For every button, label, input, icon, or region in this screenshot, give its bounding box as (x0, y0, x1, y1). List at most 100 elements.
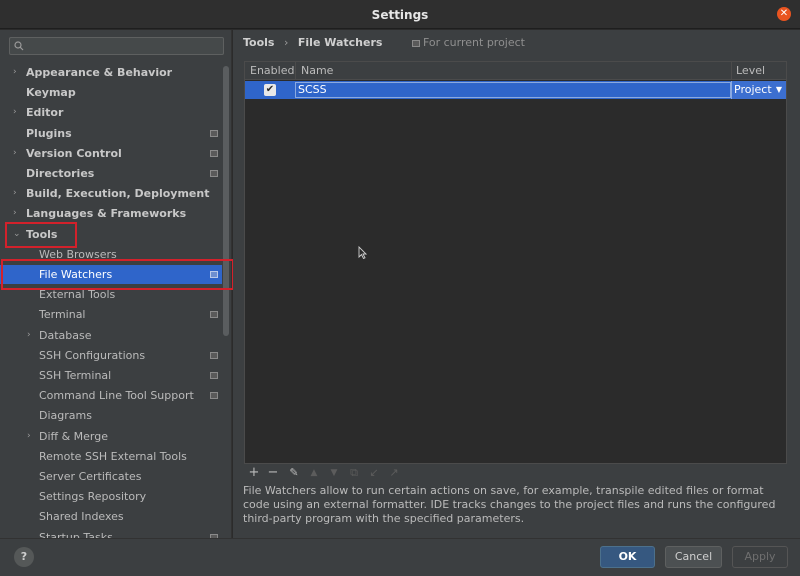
sidebar-item-version-control[interactable]: › Version Control (0, 144, 222, 163)
table-row[interactable]: ✔ SCSS Project ▼ (245, 81, 786, 99)
column-name[interactable]: Name (301, 64, 333, 77)
scrollbar-thumb[interactable] (223, 66, 229, 336)
chevron-right-icon[interactable]: › (13, 184, 17, 203)
table-header: Enabled Name Level (245, 62, 786, 80)
description-text: File Watchers allow to run certain actio… (243, 484, 776, 525)
sidebar-item-diff-merge[interactable]: › Diff & Merge (0, 427, 222, 446)
settings-search-input[interactable] (9, 37, 224, 55)
add-button[interactable]: + (246, 465, 262, 481)
sidebar-item-label: Startup Tasks (39, 531, 113, 538)
sidebar-item-label: Shared Indexes (39, 510, 124, 523)
highlight-file-watchers (1, 259, 234, 290)
sidebar-item-label: Directories (26, 167, 95, 180)
project-scope-icon (210, 311, 218, 318)
column-divider (731, 62, 732, 80)
project-scope-icon (210, 392, 218, 399)
chevron-right-icon[interactable]: › (13, 144, 17, 163)
title-bar: Settings ✕ (0, 0, 800, 29)
window-title: Settings (371, 8, 429, 22)
sidebar-item-label: Terminal (39, 308, 86, 321)
project-scope-icon (411, 40, 420, 47)
search-icon (14, 41, 24, 51)
sidebar-item-shared-indexes[interactable]: Shared Indexes (0, 507, 222, 526)
copy-icon[interactable]: ⧉ (346, 465, 362, 481)
sidebar-item-label: Version Control (26, 147, 122, 160)
sidebar-item-label: Settings Repository (39, 490, 147, 503)
enabled-checkbox[interactable]: ✔ (264, 84, 276, 96)
sidebar-item-label: Database (39, 329, 92, 342)
scope-text: For current project (422, 36, 525, 49)
sidebar-item-directories[interactable]: Directories (0, 164, 222, 183)
sidebar-item-settings-repository[interactable]: Settings Repository (0, 487, 222, 506)
level-select[interactable]: Project ▼ (731, 81, 786, 99)
sidebar-item-label: Remote SSH External Tools (39, 450, 187, 463)
sidebar-item-label: Diff & Merge (39, 430, 109, 443)
sidebar-item-terminal[interactable]: Terminal (0, 305, 222, 324)
column-divider (295, 62, 296, 80)
sidebar-item-appearance-behavior[interactable]: › Appearance & Behavior (0, 63, 222, 82)
sidebar-item-label: Build, Execution, Deployment (26, 187, 210, 200)
move-up-icon[interactable]: ▲ (306, 465, 322, 481)
sidebar-item-ssh-configurations[interactable]: SSH Configurations (0, 346, 222, 365)
sidebar-item-label: Server Certificates (39, 470, 142, 483)
breadcrumb-parent[interactable]: Tools (243, 36, 274, 49)
main-panel: Tools › File Watchers For current projec… (233, 30, 800, 538)
sidebar-item-languages-frameworks[interactable]: › Languages & Frameworks (0, 204, 222, 223)
project-scope-icon (210, 170, 218, 177)
project-scope-icon (210, 130, 218, 137)
sidebar-scrollbar[interactable] (223, 66, 229, 536)
level-value: Project (734, 83, 772, 96)
chevron-right-icon[interactable]: › (13, 103, 17, 122)
scope-label: For current project (411, 36, 525, 49)
remove-button[interactable]: − (265, 465, 281, 481)
sidebar-item-keymap[interactable]: Keymap (0, 83, 222, 102)
project-scope-icon (210, 372, 218, 379)
sidebar-item-editor[interactable]: › Editor (0, 103, 222, 122)
breadcrumb: Tools › File Watchers For current projec… (243, 36, 525, 50)
table-toolbar: + − ✎ ▲ ▼ ⧉ ↙ ↗ (244, 463, 787, 483)
help-icon[interactable]: ? (14, 547, 34, 567)
sidebar-item-command-line-tool-support[interactable]: Command Line Tool Support (0, 386, 222, 405)
import-icon[interactable]: ↙ (366, 465, 382, 481)
sidebar-item-startup-tasks[interactable]: Startup Tasks (0, 528, 222, 538)
dialog-footer: ? OK Cancel Apply (0, 538, 800, 576)
chevron-right-icon[interactable]: › (27, 326, 31, 345)
sidebar-item-label: Diagrams (39, 409, 92, 422)
cancel-button[interactable]: Cancel (665, 546, 722, 568)
apply-button[interactable]: Apply (732, 546, 788, 568)
ok-button[interactable]: OK (600, 546, 655, 568)
breadcrumb-separator: › (283, 36, 289, 49)
chevron-right-icon[interactable]: › (13, 63, 17, 82)
highlight-tools (5, 222, 77, 248)
sidebar-item-label: SSH Configurations (39, 349, 146, 362)
sidebar-item-ssh-terminal[interactable]: SSH Terminal (0, 366, 222, 385)
move-down-icon[interactable]: ▼ (326, 465, 342, 481)
chevron-right-icon[interactable]: › (13, 204, 17, 223)
sidebar-item-label: Languages & Frameworks (26, 207, 187, 220)
sidebar-item-label: Plugins (26, 127, 72, 140)
sidebar-item-diagrams[interactable]: Diagrams (0, 406, 222, 425)
close-icon[interactable]: ✕ (777, 7, 791, 21)
column-enabled[interactable]: Enabled (250, 64, 294, 77)
sidebar-item-database[interactable]: › Database (0, 326, 222, 345)
sidebar-item-remote-ssh-external-tools[interactable]: Remote SSH External Tools (0, 447, 222, 466)
sidebar-item-server-certificates[interactable]: Server Certificates (0, 467, 222, 486)
edit-icon[interactable]: ✎ (286, 465, 302, 481)
sidebar-item-build-execution-deployment[interactable]: › Build, Execution, Deployment (0, 184, 222, 203)
sidebar-item-label: Keymap (26, 86, 76, 99)
export-icon[interactable]: ↗ (386, 465, 402, 481)
sidebar-item-label: Editor (26, 106, 64, 119)
file-watchers-table[interactable]: Enabled Name Level ✔ SCSS Project ▼ (244, 61, 787, 464)
mouse-pointer-icon (358, 246, 367, 259)
sidebar-item-plugins[interactable]: Plugins (0, 124, 222, 143)
project-scope-icon (210, 352, 218, 359)
chevron-down-icon: ▼ (775, 85, 782, 94)
breadcrumb-current: File Watchers (297, 36, 383, 49)
sidebar-item-label: Command Line Tool Support (39, 389, 194, 402)
sidebar-item-label: Appearance & Behavior (26, 66, 173, 79)
column-level[interactable]: Level (736, 64, 765, 77)
watcher-name-cell[interactable]: SCSS (295, 82, 731, 98)
chevron-right-icon[interactable]: › (27, 427, 31, 446)
project-scope-icon (210, 150, 218, 157)
sidebar-item-label: SSH Terminal (39, 369, 112, 382)
